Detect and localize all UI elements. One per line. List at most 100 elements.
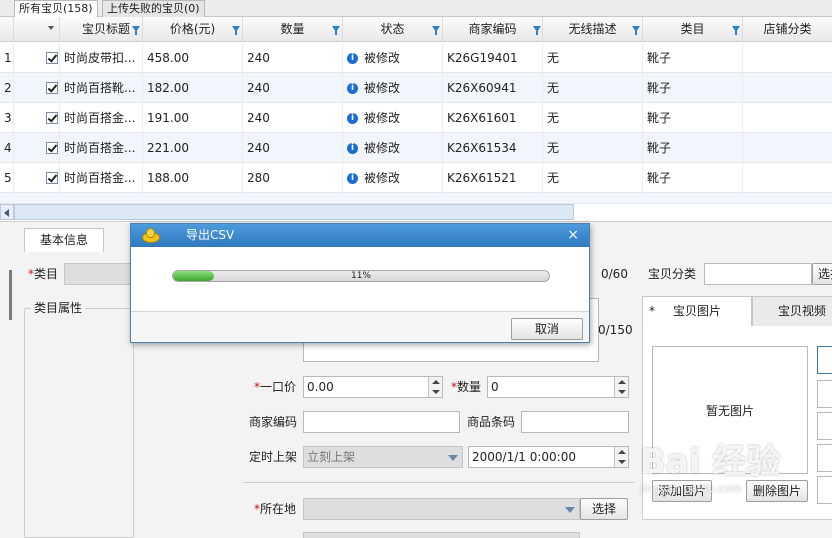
cell-title[interactable]: 时尚百搭金... [60, 163, 143, 193]
row-checkbox[interactable] [46, 82, 58, 94]
cell-category[interactable]: 靴子 [643, 43, 743, 73]
sort-icon[interactable] [48, 26, 54, 30]
cell-title[interactable]: 时尚百搭金... [60, 103, 143, 133]
qty-input[interactable]: 0 [487, 376, 629, 398]
cell-shop-category[interactable] [743, 103, 832, 133]
column-wireless[interactable]: 无线描述 [543, 17, 643, 42]
cell-qty[interactable]: 240 [243, 73, 343, 103]
column-merchant-code[interactable]: 商家编码 [443, 17, 543, 42]
column-category[interactable]: 类目 [643, 17, 743, 42]
thumbnail-slot[interactable] [817, 380, 832, 408]
cell-wireless[interactable]: 无 [543, 73, 643, 103]
column-price[interactable]: 价格(元) [143, 17, 243, 42]
tab-basic-info[interactable]: 基本信息 [24, 228, 104, 252]
tab-all-products[interactable]: 所有宝贝(158) [14, 0, 98, 17]
cell-wireless[interactable]: 无 [543, 103, 643, 133]
cell-category[interactable]: 靴子 [643, 163, 743, 193]
thumbnail-slot[interactable] [817, 412, 832, 440]
filter-icon[interactable] [533, 26, 541, 35]
tab-product-images[interactable]: * 宝贝图片 [642, 296, 752, 326]
cell-price[interactable]: 191.00 [143, 103, 243, 133]
row-checkbox[interactable] [46, 142, 58, 154]
schedule-time-stepper[interactable] [614, 447, 628, 467]
filter-icon[interactable] [132, 26, 140, 35]
cell-price[interactable]: 182.00 [143, 73, 243, 103]
shop-category-input[interactable] [704, 263, 812, 285]
scroll-left-arrow[interactable] [0, 204, 14, 220]
column-qty[interactable]: 数量 [243, 17, 343, 42]
cell-title[interactable]: 时尚百搭靴... [60, 73, 143, 103]
table-row[interactable]: 2 时尚百搭靴... 182.00 240 i 被修改 K26X60941 无 靴… [0, 73, 832, 103]
row-checkbox[interactable] [46, 52, 58, 64]
cell-shop-category[interactable] [743, 73, 832, 103]
table-row[interactable]: 3 时尚百搭金... 191.00 240 i 被修改 K26X61601 无 靴… [0, 103, 832, 133]
cell-shop-category[interactable] [743, 163, 832, 193]
row-checkbox[interactable] [46, 172, 58, 184]
cell-wireless[interactable]: 无 [543, 133, 643, 163]
cell-qty[interactable]: 240 [243, 103, 343, 133]
cell-merchant-code[interactable]: K26X61601 [443, 103, 543, 133]
schedule-time-input[interactable]: 2000/1/1 0:00:00 [468, 446, 629, 468]
cell-status[interactable]: i 被修改 [343, 133, 443, 163]
shop-category-select-button[interactable]: 选择 [812, 263, 832, 285]
cell-price[interactable]: 188.00 [143, 163, 243, 193]
cell-status[interactable]: i 被修改 [343, 43, 443, 73]
cell-category[interactable]: 靴子 [643, 73, 743, 103]
filter-icon[interactable] [732, 26, 740, 35]
row-checkbox[interactable] [46, 112, 58, 124]
cell-category[interactable]: 靴子 [643, 133, 743, 163]
cell-title[interactable]: 时尚皮带扣... [60, 43, 143, 73]
cell-qty[interactable]: 280 [243, 163, 343, 193]
next-field-input[interactable] [303, 532, 580, 538]
column-status[interactable]: 状态 [343, 17, 443, 42]
desc-char-counter: 0/150 [598, 323, 633, 337]
filter-icon[interactable] [432, 26, 440, 35]
cell-merchant-code[interactable]: K26G19401 [443, 43, 543, 73]
cell-title[interactable]: 时尚百搭金... [60, 133, 143, 163]
cell-merchant-code[interactable]: K26X61534 [443, 133, 543, 163]
merchant-code-input[interactable] [303, 411, 460, 433]
filter-icon[interactable] [232, 26, 240, 35]
cell-qty[interactable]: 240 [243, 133, 343, 163]
table-row[interactable] [0, 193, 832, 204]
column-title[interactable]: 宝贝标题 [60, 17, 143, 42]
cell-price[interactable]: 221.00 [143, 133, 243, 163]
cell-shop-category[interactable] [743, 133, 832, 163]
cell-merchant-code[interactable]: K26X60941 [443, 73, 543, 103]
cell-shop-category[interactable] [743, 43, 832, 73]
info-icon: i [347, 113, 358, 124]
close-icon[interactable]: × [567, 224, 579, 247]
cell-category[interactable]: 靴子 [643, 103, 743, 133]
tab-upload-failed[interactable]: 上传失败的宝贝(0) [102, 0, 205, 17]
schedule-select[interactable]: 立刻上架 [303, 446, 463, 468]
cell-merchant-code[interactable]: K26X61521 [443, 163, 543, 193]
price-stepper[interactable] [428, 377, 442, 397]
table-row[interactable]: 1 时尚皮带扣... 458.00 240 i 被修改 K26G19401 无 靴… [0, 43, 832, 73]
price-input[interactable]: 0.00 [303, 376, 443, 398]
cell-price[interactable]: 458.00 [143, 43, 243, 73]
table-row[interactable]: 4 时尚百搭金... 221.00 240 i 被修改 K26X61534 无 靴… [0, 133, 832, 163]
title-char-counter: 0/60 [601, 267, 628, 281]
filter-icon[interactable] [332, 26, 340, 35]
cancel-button[interactable]: 取消 [511, 318, 583, 340]
dialog-title-bar[interactable]: 导出CSV × [131, 224, 589, 247]
cell-status[interactable]: i 被修改 [343, 73, 443, 103]
filter-icon[interactable] [632, 26, 640, 35]
horizontal-scrollbar[interactable] [14, 204, 574, 220]
thumbnail-slot[interactable] [817, 346, 832, 374]
tab-product-video[interactable]: 宝贝视频 [752, 296, 832, 326]
location-select-button[interactable]: 选择 [580, 498, 628, 520]
qty-stepper[interactable] [614, 377, 628, 397]
location-select[interactable] [303, 498, 580, 520]
cell-wireless[interactable]: 无 [543, 163, 643, 193]
table-row[interactable]: 5 时尚百搭金... 188.00 280 i 被修改 K26X61521 无 靴… [0, 163, 832, 193]
cell-wireless[interactable]: 无 [543, 43, 643, 73]
cell-qty[interactable]: 240 [243, 43, 343, 73]
cell-status[interactable]: i 被修改 [343, 163, 443, 193]
column-shop-category[interactable]: 店铺分类 [743, 17, 832, 42]
splitter-handle[interactable] [9, 270, 12, 320]
cell-status[interactable]: i 被修改 [343, 103, 443, 133]
barcode-input[interactable] [521, 411, 629, 433]
info-icon: i [347, 53, 358, 64]
category-input[interactable] [64, 263, 134, 285]
